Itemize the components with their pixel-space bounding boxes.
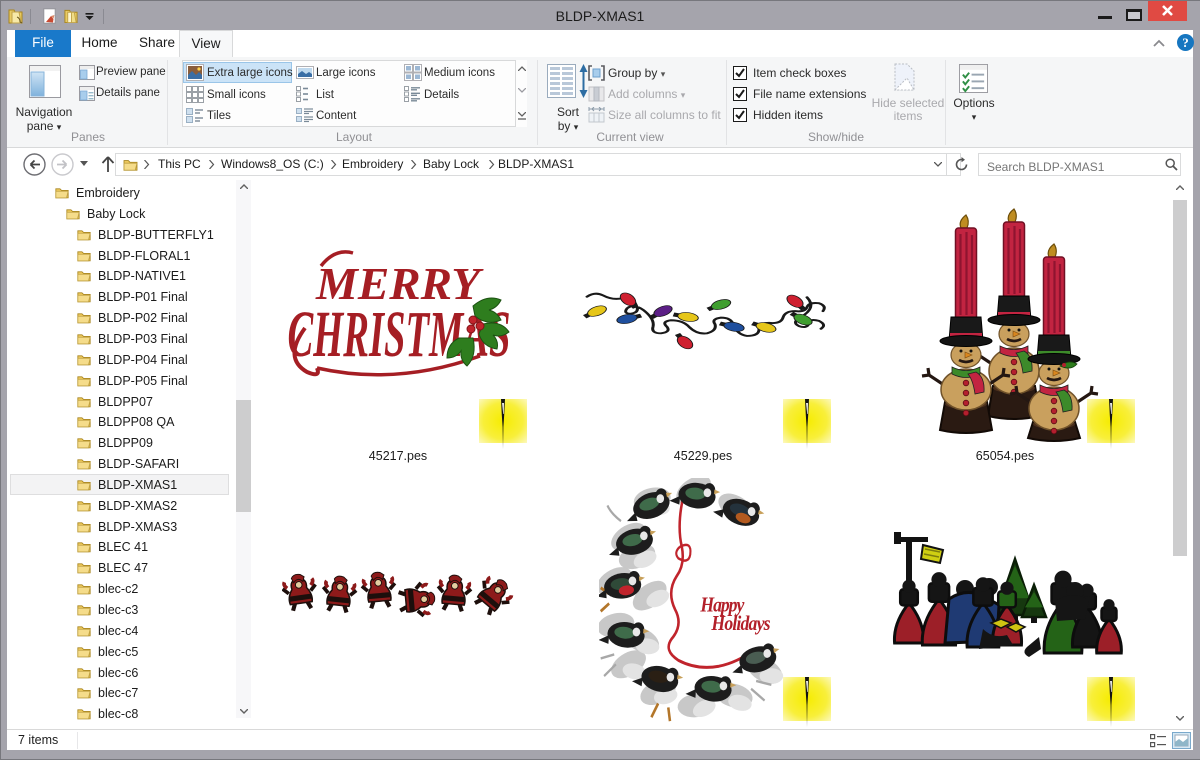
svg-text:Holidays: Holidays xyxy=(710,613,770,635)
